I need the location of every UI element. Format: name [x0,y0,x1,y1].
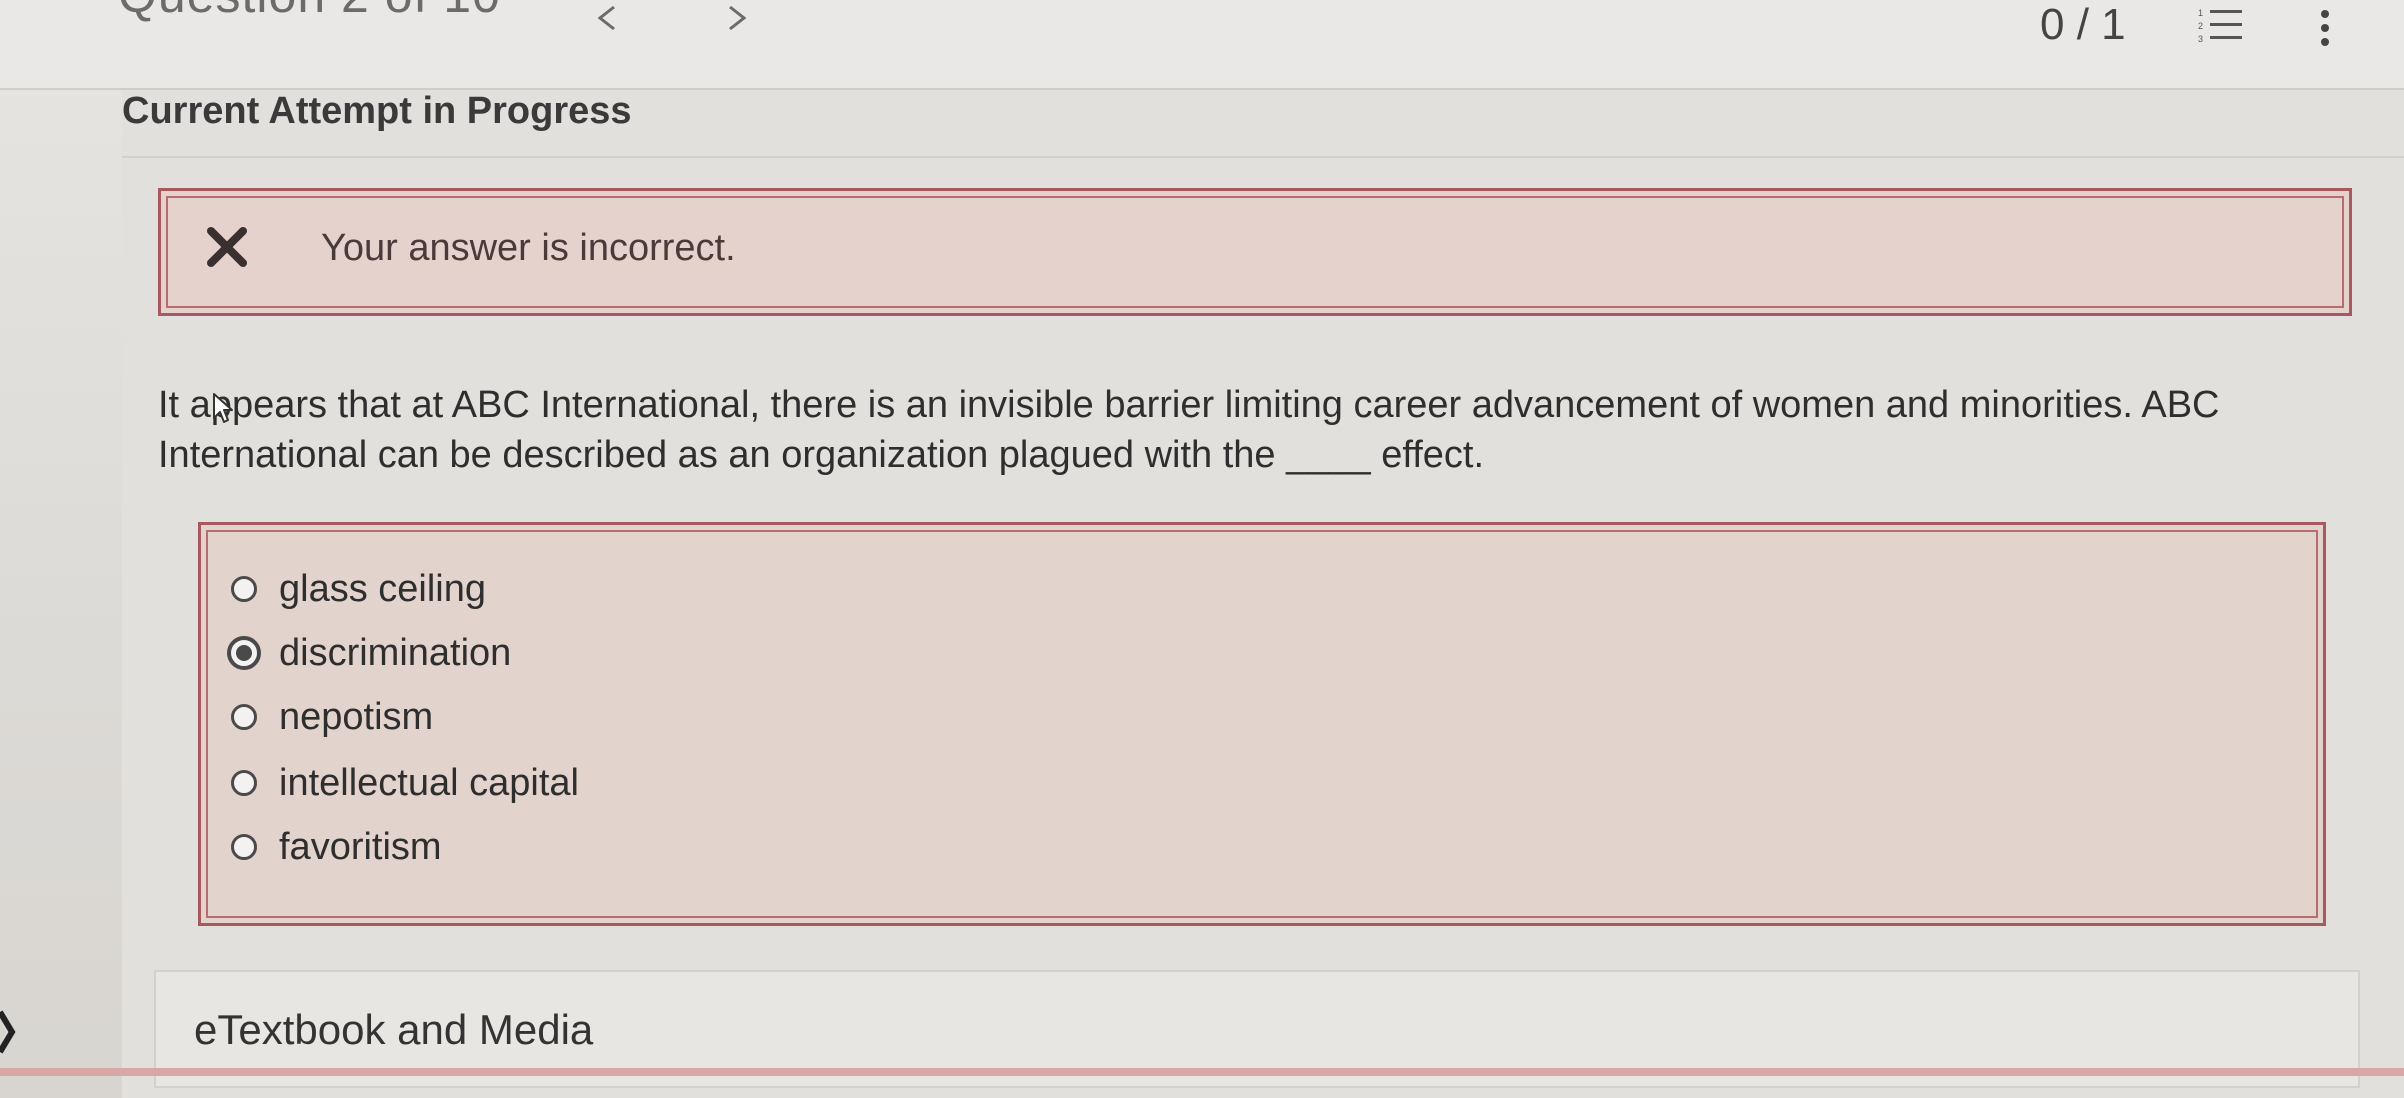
etextbook-label: eTextbook and Media [194,1006,594,1053]
option-label: discrimination [279,631,512,674]
chevron-right-icon[interactable] [722,0,752,44]
chevron-left-icon[interactable] [592,0,622,44]
option-label: nepotism [279,695,434,738]
close-icon [201,221,253,273]
option-glass-ceiling[interactable]: glass ceiling [231,561,486,617]
option-label: glass ceiling [279,567,486,610]
question-text: It appears that at ABC International, th… [158,384,2220,476]
option-label: intellectual capital [279,761,579,804]
radio-button[interactable] [231,834,257,860]
svg-text:1: 1 [2198,8,2203,18]
question-panel: Current Attempt in Progress Your answer … [122,90,2404,1098]
option-label: favoritism [279,825,442,868]
top-bar: Question 2 of 10 0 / 1 1 2 3 [0,0,2404,90]
feedback-banner: Your answer is incorrect. [158,188,2352,316]
option-nepotism[interactable]: nepotism [231,689,433,745]
more-vertical-icon[interactable] [2316,6,2334,50]
radio-button[interactable] [231,770,257,796]
svg-text:3: 3 [2198,34,2203,44]
option-favoritism[interactable]: favoritism [231,819,442,875]
attempt-title: Current Attempt in Progress [122,90,632,132]
option-discrimination[interactable]: discrimination [227,625,512,681]
svg-text:2: 2 [2198,21,2203,31]
question-counter: Question 2 of 10 [118,0,501,24]
option-intellectual-capital[interactable]: intellectual capital [231,755,579,811]
radio-button[interactable] [231,576,257,602]
feedback-message: Your answer is incorrect. [321,227,736,269]
radio-button[interactable] [231,704,257,730]
radio-button-selected[interactable] [227,636,261,670]
divider [122,156,2404,158]
score-display: 0 / 1 [2040,0,2126,49]
answer-options: glass ceiling discrimination nepotism in… [198,522,2326,926]
bottom-accent-bar [0,1068,2404,1076]
mouse-cursor-icon [212,392,236,424]
numbered-list-icon[interactable]: 1 2 3 [2196,6,2246,46]
chevron-right-icon[interactable] [0,1008,18,1056]
